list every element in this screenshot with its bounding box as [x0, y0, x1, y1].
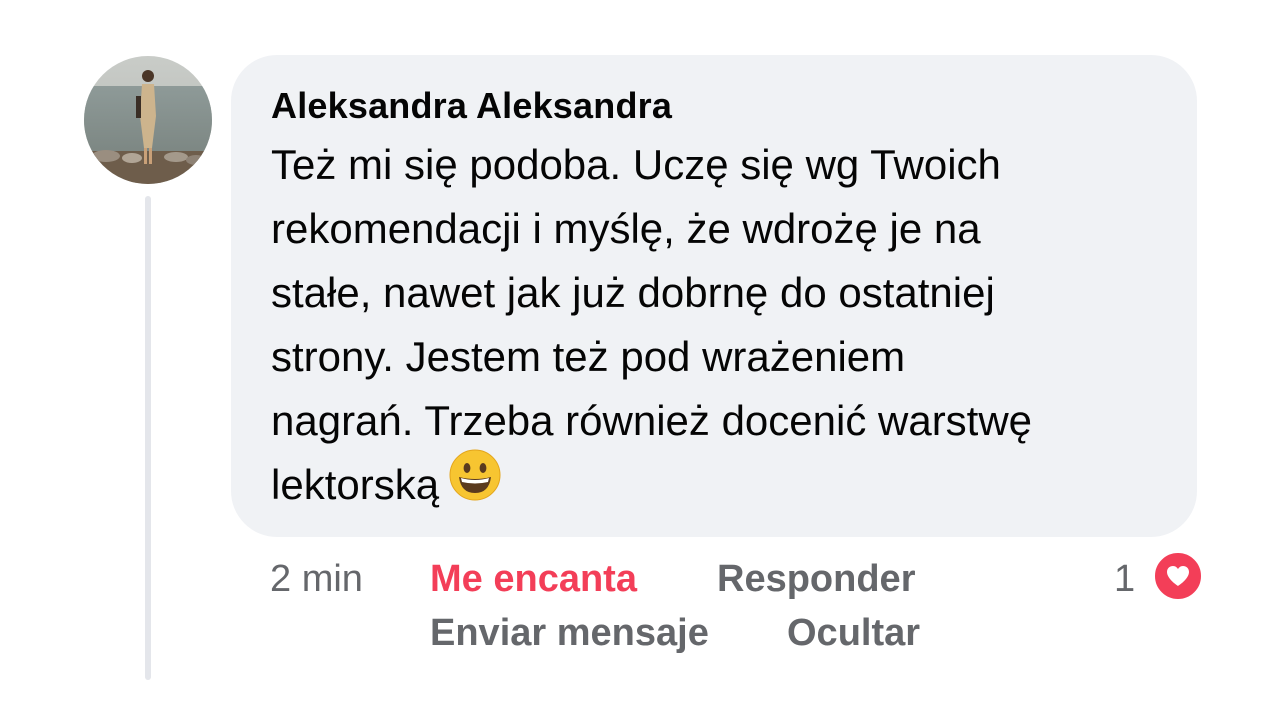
comment-line: lektorską [271, 461, 440, 508]
avatar-photo-icon [84, 56, 212, 184]
love-reaction-button[interactable]: Me encanta [430, 556, 637, 602]
heart-icon[interactable] [1152, 550, 1204, 602]
comment-timestamp[interactable]: 2 min [270, 556, 363, 602]
comment-text: Też mi się podoba. Uczę się wg Twoich re… [271, 133, 1171, 519]
comment-line: stałe, nawet jak już dobrnę do ostatniej [271, 269, 995, 316]
comment-last-line: lektorską [271, 449, 1171, 519]
hide-button[interactable]: Ocultar [787, 610, 920, 656]
comment-thread: Aleksandra Aleksandra Też mi się podoba.… [0, 0, 1280, 720]
reaction-count[interactable]: 1 [1114, 556, 1135, 602]
grinning-face-emoji-icon [449, 449, 501, 519]
avatar[interactable] [84, 56, 212, 184]
reply-button[interactable]: Responder [717, 556, 915, 602]
comment-line: Też mi się podoba. Uczę się wg Twoich [271, 141, 1001, 188]
comment-line: nagrań. Trzeba również docenić warstwę [271, 397, 1033, 444]
comment-bubble: Aleksandra Aleksandra Też mi się podoba.… [231, 55, 1197, 537]
send-message-button[interactable]: Enviar mensaje [430, 610, 709, 656]
comment-line: strony. Jestem też pod wrażeniem [271, 333, 906, 380]
author-name[interactable]: Aleksandra Aleksandra [271, 85, 1157, 127]
thread-line [145, 196, 151, 680]
comment-line: rekomendacji i myślę, że wdrożę je na [271, 205, 981, 252]
